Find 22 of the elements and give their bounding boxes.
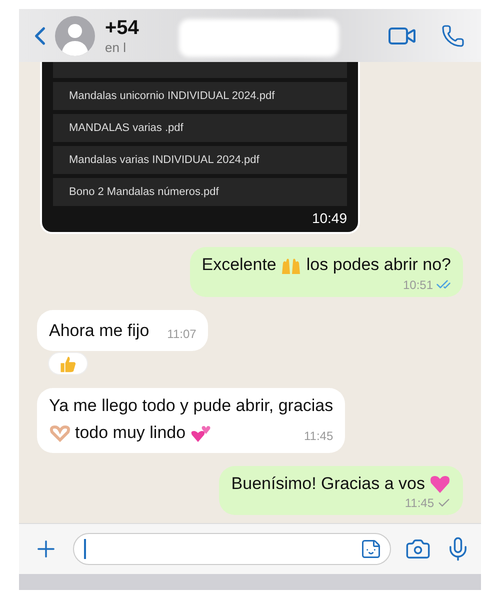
avatar[interactable]: [55, 16, 95, 56]
message-text: Excelente: [202, 254, 276, 276]
message-input-field[interactable]: [73, 533, 391, 565]
phone-icon[interactable]: [441, 24, 465, 48]
file-row[interactable]: Mandalas unicornio INDIVIDUAL 2024.pdf: [53, 82, 347, 110]
file-row[interactable]: MANDALAS varias .pdf: [53, 114, 347, 142]
message-text: los podes abrir no?: [306, 254, 451, 276]
file-row[interactable]: Bono 2 Mandalas números.pdf: [53, 178, 347, 206]
contact-status: en l: [105, 40, 127, 54]
message-time: 11:07: [167, 326, 196, 343]
message-text: todo muy lindo: [75, 422, 186, 444]
message-time: 11:45: [304, 428, 334, 445]
message-text: Ahora me fijo: [49, 320, 150, 342]
message-time: 10:49: [312, 210, 347, 226]
heart-emoji: [429, 473, 451, 495]
file-row[interactable]: Mandalas varias INDIVIDUAL 2024.pdf: [53, 146, 347, 174]
message-text: Buenísimo! Gracias a vos: [231, 473, 425, 495]
sticker-icon[interactable]: [360, 538, 382, 560]
contact-name: +54: [105, 16, 139, 40]
message-text: Ya me llego todo y pude abrir, gracias: [49, 395, 334, 417]
message-time: 10:51: [402, 278, 433, 292]
message-time: 11:45: [404, 496, 434, 510]
